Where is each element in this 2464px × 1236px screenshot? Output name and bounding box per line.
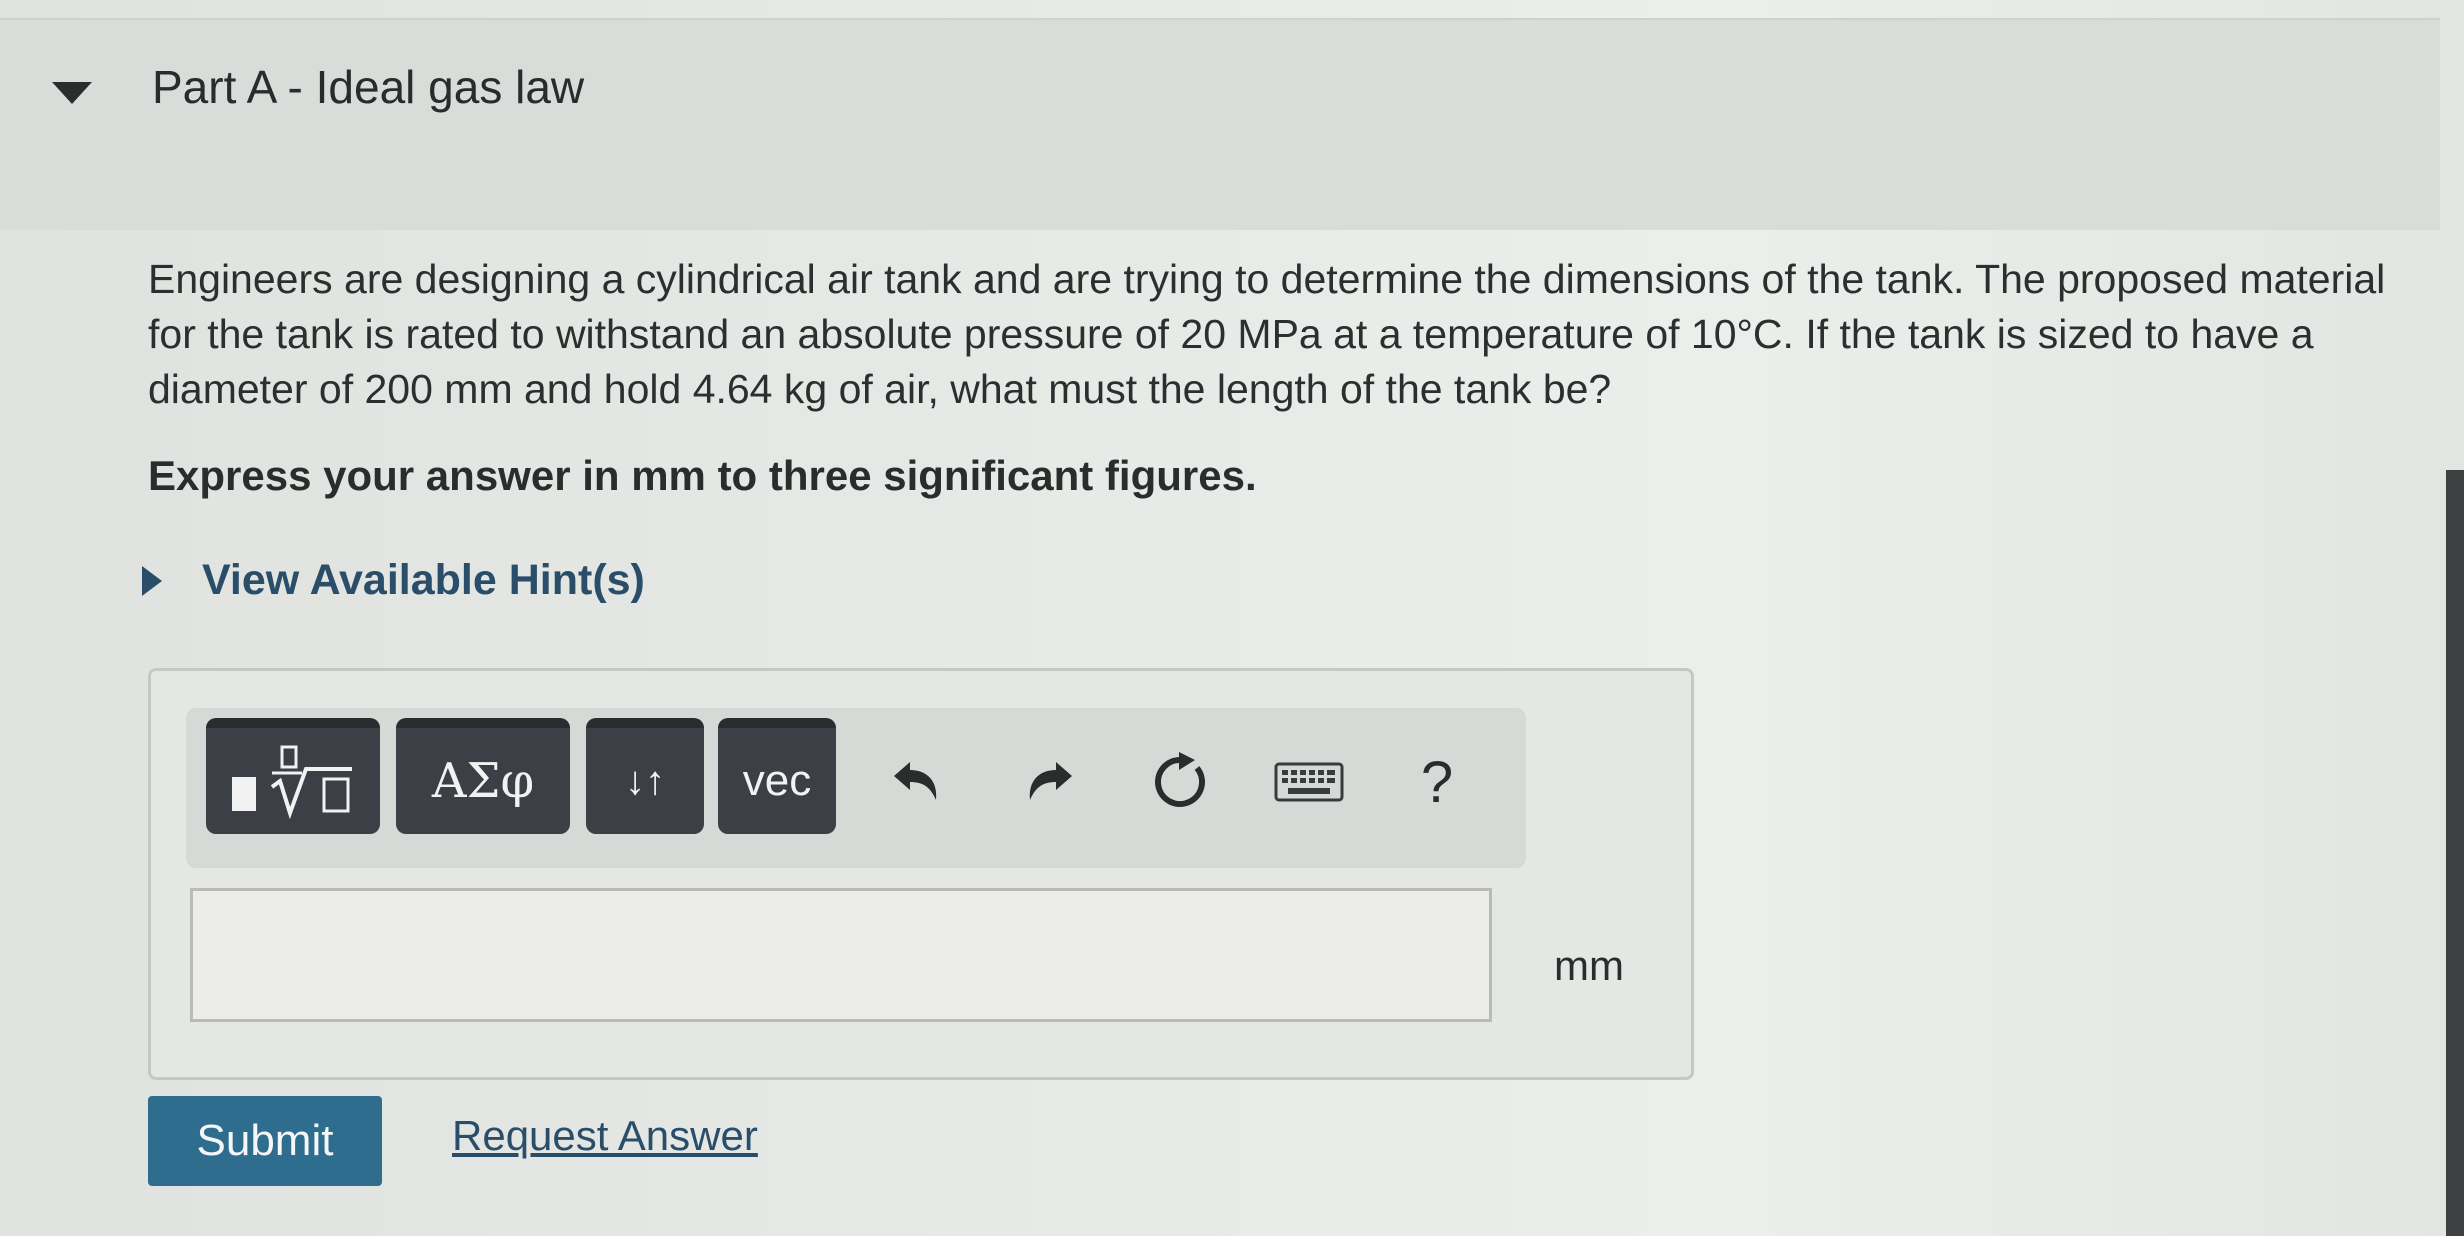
view-hints-toggle[interactable]: View Available Hint(s) <box>142 556 645 605</box>
screen-edge <box>2446 470 2464 1236</box>
expand-caret-icon <box>142 565 162 596</box>
view-hints-label: View Available Hint(s) <box>202 556 645 604</box>
reset-icon <box>1155 752 1206 807</box>
fraction-sqrt-template-icon <box>232 745 352 820</box>
redo-icon <box>1029 762 1072 800</box>
part-header[interactable] <box>0 18 2440 230</box>
keyboard-icon <box>1274 762 1344 802</box>
part-title: Part A - Ideal gas law <box>152 61 585 113</box>
vector-button[interactable]: vec <box>718 718 836 834</box>
answer-unit-label: mm <box>1554 942 1624 989</box>
question-text: Engineers are designing a cylindrical ai… <box>148 256 2386 412</box>
reset-button[interactable] <box>1148 752 1214 812</box>
request-answer-link[interactable]: Request Answer <box>452 1112 758 1160</box>
subscript-superscript-button[interactable]: ↓↑ <box>586 718 704 834</box>
collapse-caret-icon[interactable] <box>52 82 92 104</box>
redo-button[interactable] <box>1020 752 1080 812</box>
submit-button[interactable]: Submit <box>148 1096 382 1186</box>
help-button[interactable]: ? <box>1412 750 1462 815</box>
greek-letters-button[interactable]: ΑΣφ <box>396 718 570 834</box>
undo-button[interactable] <box>886 752 946 812</box>
answer-instructions: Express your answer in mm to three signi… <box>148 452 1257 499</box>
fraction-sqrt-template-button[interactable] <box>206 718 380 834</box>
keyboard-button[interactable] <box>1274 752 1344 812</box>
undo-icon <box>894 762 937 800</box>
answer-input[interactable] <box>190 888 1492 1022</box>
